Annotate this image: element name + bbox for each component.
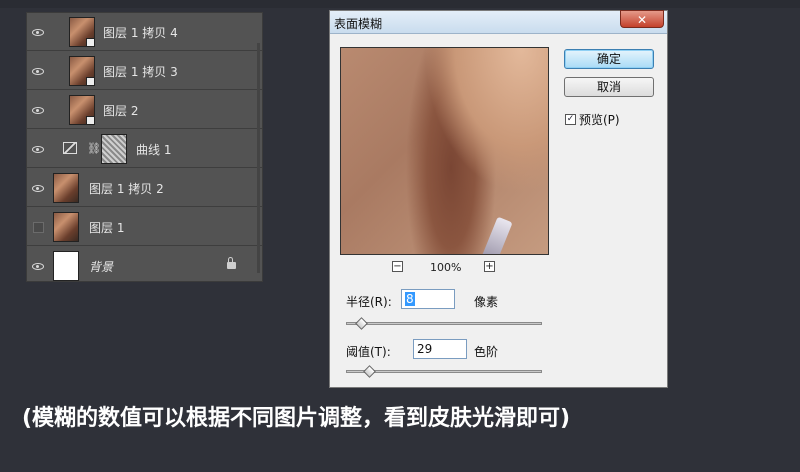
- layer-name: 曲线 1: [136, 143, 172, 157]
- lock-icon: [227, 257, 236, 269]
- dialog-titlebar[interactable]: 表面模糊: [330, 11, 667, 34]
- eye-icon: [32, 67, 44, 75]
- radius-input[interactable]: 8: [401, 289, 455, 309]
- zoom-out-button[interactable]: −: [392, 261, 403, 272]
- eye-icon: [32, 28, 44, 36]
- visibility-toggle[interactable]: [27, 247, 49, 285]
- layer-thumbnail: [53, 251, 79, 281]
- curves-adjustment-icon: [63, 142, 77, 154]
- checkbox-check-icon[interactable]: ✓: [565, 114, 576, 125]
- panel-scrollbar[interactable]: [257, 43, 260, 273]
- zoom-bar: − 100% +: [392, 261, 502, 275]
- zoom-level: 100%: [430, 261, 462, 274]
- hidden-visibility-icon: [32, 221, 44, 233]
- caption-text: (模糊的数值可以根据不同图片调整，看到皮肤光滑即可): [22, 406, 571, 431]
- preview-label: 预览(P): [579, 113, 620, 127]
- smart-object-icon: [86, 38, 95, 47]
- threshold-label: 阈值(T):: [346, 345, 391, 359]
- layer-name: 图层 1 拷贝 2: [89, 182, 164, 196]
- layer-row[interactable]: 背景: [27, 247, 262, 285]
- threshold-unit: 色阶: [474, 345, 499, 359]
- zoom-in-button[interactable]: +: [484, 261, 495, 272]
- layer-name: 图层 1: [89, 221, 125, 235]
- threshold-input[interactable]: 29: [413, 339, 467, 359]
- radius-label: 半径(R):: [346, 295, 392, 309]
- layer-row[interactable]: 图层 1 拷贝 4: [27, 13, 262, 51]
- layer-mask-thumbnail: [101, 134, 127, 164]
- layer-row[interactable]: 图层 1 拷贝 2: [27, 169, 262, 207]
- cancel-button[interactable]: 取消: [564, 77, 654, 97]
- close-button[interactable]: ✕: [620, 10, 664, 28]
- layers-panel: 图层 1 拷贝 4 图层 1 拷贝 3 图层 2 ⛓ 曲线 1 图层 1 拷贝 …: [26, 12, 263, 282]
- layer-row[interactable]: 图层 1 拷贝 3: [27, 52, 262, 90]
- eye-icon: [32, 184, 44, 192]
- preview-checkbox[interactable]: ✓ 预览(P): [565, 111, 620, 128]
- radius-slider-thumb[interactable]: [354, 317, 368, 330]
- eye-icon: [32, 262, 44, 270]
- visibility-toggle[interactable]: [27, 130, 49, 168]
- preview-feather: [481, 216, 513, 254]
- layer-name: 图层 1 拷贝 3: [103, 65, 178, 79]
- layer-row[interactable]: 图层 2: [27, 91, 262, 129]
- visibility-toggle[interactable]: [27, 169, 49, 207]
- top-strip: [0, 0, 800, 8]
- layer-name: 图层 2: [103, 104, 139, 118]
- layer-thumbnail: [53, 173, 79, 203]
- smart-object-icon: [86, 77, 95, 86]
- dialog-title: 表面模糊: [334, 17, 383, 31]
- threshold-slider[interactable]: [346, 365, 542, 378]
- layer-thumbnail: [69, 56, 95, 86]
- threshold-slider-thumb[interactable]: [362, 365, 376, 378]
- surface-blur-dialog: 表面模糊 − 100% + 确定 取消 ✓ 预览(P) 半径(R): 8 像素 …: [329, 10, 668, 388]
- layer-thumbnail: [69, 17, 95, 47]
- layer-thumbnail: [69, 95, 95, 125]
- radius-slider[interactable]: [346, 317, 542, 330]
- smart-object-icon: [86, 116, 95, 125]
- radius-unit: 像素: [474, 295, 499, 309]
- layer-thumbnail: [53, 212, 79, 242]
- layer-name: 背景: [89, 260, 114, 274]
- link-chain-icon[interactable]: ⛓: [87, 142, 101, 155]
- visibility-toggle[interactable]: [27, 13, 49, 51]
- visibility-toggle[interactable]: [27, 208, 49, 246]
- layer-name: 图层 1 拷贝 4: [103, 26, 178, 40]
- layer-row[interactable]: ⛓ 曲线 1: [27, 130, 262, 168]
- threshold-value: 29: [417, 342, 433, 356]
- eye-icon: [32, 145, 44, 153]
- ok-button[interactable]: 确定: [564, 49, 654, 69]
- preview-image[interactable]: [340, 47, 549, 255]
- visibility-toggle[interactable]: [27, 91, 49, 129]
- layer-row[interactable]: 图层 1: [27, 208, 262, 246]
- visibility-toggle[interactable]: [27, 52, 49, 90]
- eye-icon: [32, 106, 44, 114]
- radius-value: 8: [405, 292, 415, 306]
